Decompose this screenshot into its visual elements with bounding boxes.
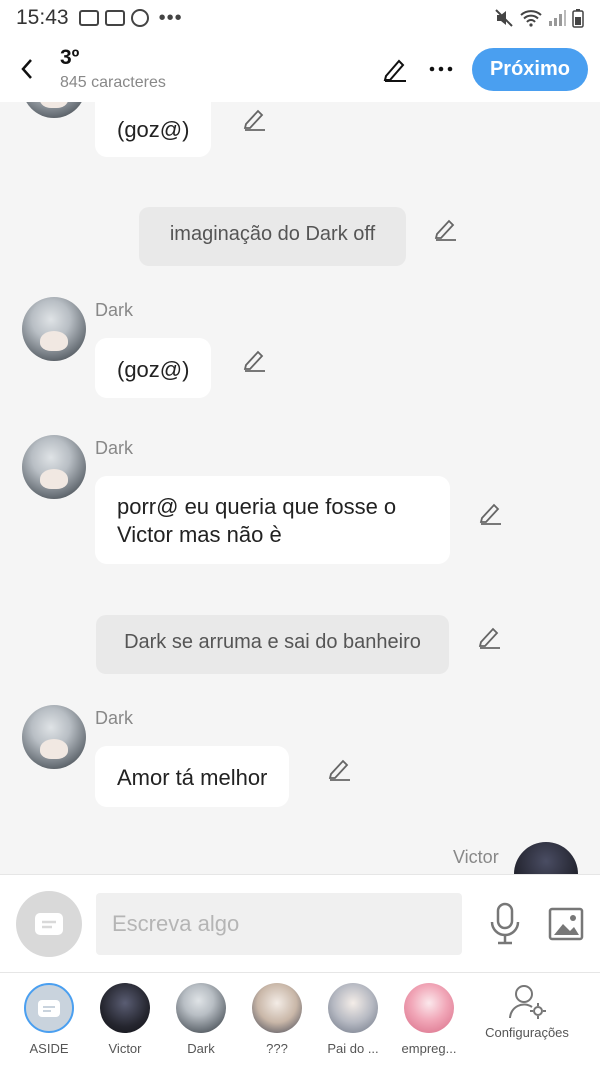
character-victor[interactable]: Victor — [87, 983, 163, 1056]
edit-message-icon[interactable] — [477, 624, 503, 650]
character-pai[interactable]: Pai do ... — [315, 983, 391, 1056]
message-bubble[interactable]: (goz@) — [95, 338, 212, 398]
message-bubble[interactable]: (goz@) — [95, 102, 212, 157]
next-button[interactable]: Próximo — [471, 47, 588, 91]
edit-message-icon[interactable] — [433, 216, 459, 242]
story-title: 3º — [60, 46, 80, 69]
sender-name: Victor — [453, 847, 499, 867]
sender-name: Dark — [95, 438, 134, 458]
top-bar: 3º 845 caracteres Próximo — [0, 36, 600, 102]
aside-avatar — [24, 983, 74, 1033]
character-label: ASIDE — [29, 1041, 69, 1056]
character-unknown[interactable]: ??? — [239, 983, 315, 1056]
edit-message-icon[interactable] — [242, 106, 268, 132]
image-icon[interactable] — [548, 907, 584, 941]
avatar-victor — [100, 983, 150, 1033]
mute-icon — [495, 9, 513, 27]
narration-bubble[interactable]: Dark se arruma e sai do banheiro — [96, 615, 449, 674]
settings-button[interactable]: Configurações — [467, 983, 587, 1040]
edit-message-icon[interactable] — [242, 347, 268, 373]
microphone-icon[interactable] — [488, 902, 522, 946]
pinterest-notification-icon — [130, 9, 149, 27]
character-aside[interactable]: ASIDE — [11, 983, 87, 1056]
character-label: Dark — [187, 1041, 215, 1056]
wifi-icon — [520, 10, 542, 27]
voicemail-notification-icon — [104, 10, 125, 26]
chat-icon — [35, 912, 63, 935]
pencil-icon — [383, 59, 406, 82]
message-input[interactable] — [96, 892, 462, 955]
more-notifications-icon: ••• — [158, 6, 183, 29]
back-button[interactable] — [12, 49, 42, 89]
more-options-button[interactable] — [426, 54, 456, 84]
avatar-dark[interactable] — [22, 435, 86, 499]
character-label: Configurações — [485, 1025, 569, 1040]
avatar-dark[interactable] — [22, 705, 86, 769]
chat-area[interactable]: (goz@) imaginação do Dark off Dark (goz@… — [0, 102, 600, 874]
chevron-left-icon — [21, 59, 32, 79]
user-settings-icon — [509, 985, 546, 1019]
status-bar: 15:43 ••• — [0, 0, 600, 36]
message-bubble[interactable]: Amor tá melhor — [95, 746, 290, 807]
character-label: empreg... — [401, 1041, 457, 1056]
character-selector: ASIDE Victor Dark ??? Pai do ... empreg.… — [0, 972, 600, 1067]
character-label: ??? — [266, 1041, 288, 1056]
character-count: 845 caracteres — [60, 74, 166, 91]
title-block: 3º 845 caracteres — [60, 46, 166, 92]
status-time: 15:43 — [16, 6, 69, 29]
avatar-victor[interactable] — [514, 842, 578, 874]
more-horizontal-icon — [429, 66, 453, 72]
message-bubble[interactable]: porr@ eu queria que fosse o Victor mas n… — [95, 476, 450, 564]
avatar-unknown — [252, 983, 302, 1033]
aside-toggle-button[interactable] — [16, 890, 82, 957]
avatar-dark — [176, 983, 226, 1033]
chat-icon — [38, 999, 60, 1017]
edit-title-button[interactable] — [380, 54, 410, 84]
sender-name: Dark — [95, 300, 134, 320]
battery-icon — [572, 9, 584, 28]
avatar-dark[interactable] — [22, 102, 86, 118]
avatar-dark[interactable] — [22, 297, 86, 361]
character-label: Victor — [108, 1041, 142, 1056]
edit-message-icon[interactable] — [478, 500, 504, 526]
signal-icon — [549, 10, 566, 26]
narration-bubble[interactable]: imaginação do Dark off — [139, 207, 406, 266]
avatar-pai — [328, 983, 378, 1033]
composer-bar — [0, 874, 600, 972]
avatar-empregada — [404, 983, 454, 1033]
character-label: Pai do ... — [327, 1041, 379, 1056]
sender-name: Dark — [95, 708, 134, 728]
gallery-notification-icon — [78, 10, 99, 26]
character-empregada[interactable]: empreg... — [391, 983, 467, 1056]
character-dark[interactable]: Dark — [163, 983, 239, 1056]
edit-message-icon[interactable] — [327, 756, 353, 782]
